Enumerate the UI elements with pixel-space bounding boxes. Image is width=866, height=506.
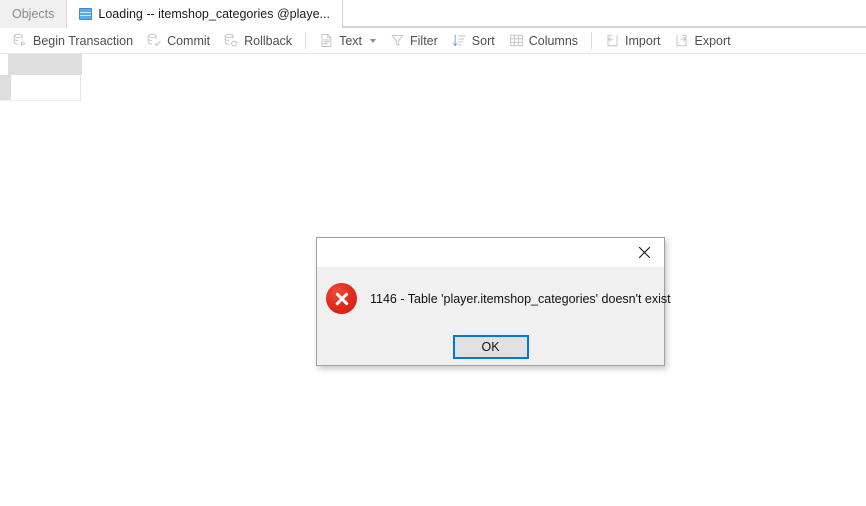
filter-button[interactable]: Filter	[383, 30, 445, 52]
rollback-button[interactable]: Rollback	[217, 30, 299, 52]
tab-bar-empty-area	[342, 0, 866, 27]
tab-objects-label: Objects	[12, 7, 55, 21]
rollback-label: Rollback	[244, 33, 293, 48]
begin-transaction-button[interactable]: Begin Transaction	[6, 30, 140, 52]
begin-transaction-label: Begin Transaction	[33, 33, 134, 48]
dialog-title-bar	[317, 238, 664, 267]
toolbar-separator-1	[305, 32, 307, 49]
sort-button[interactable]: Sort	[445, 30, 502, 52]
error-circle-x-icon	[326, 283, 357, 314]
tab-objects[interactable]: Objects	[0, 0, 68, 28]
table-grid-icon	[79, 8, 93, 20]
sort-icon	[452, 34, 466, 47]
commit-label: Commit	[167, 33, 211, 48]
export-arrow-icon	[677, 34, 687, 47]
toolbar: Begin Transaction Commit Rollback Text F…	[0, 28, 866, 54]
error-dialog: 1146 - Table 'player.itemshop_categories…	[316, 237, 671, 366]
export-button[interactable]: Export	[667, 30, 737, 52]
tab-bar: Objects Loading -- itemshop_categories @…	[0, 0, 866, 28]
dialog-message-row: 1146 - Table 'player.itemshop_categories…	[317, 283, 671, 314]
transaction-begin-icon	[13, 33, 26, 47]
columns-label: Columns	[528, 33, 579, 48]
dialog-message-text: 1146 - Table 'player.itemshop_categories…	[370, 291, 671, 306]
toolbar-separator-2	[591, 32, 593, 49]
grid-fragment-bottom-edge	[0, 100, 82, 101]
transaction-rollback-icon	[224, 33, 238, 47]
funnel-icon	[391, 34, 404, 46]
grid-row-number-column	[0, 75, 11, 100]
grid-cell-area	[11, 75, 81, 100]
grid-header-strip	[8, 54, 82, 75]
transaction-commit-icon	[147, 33, 161, 46]
dialog-body: 1146 - Table 'player.itemshop_categories…	[317, 267, 671, 365]
import-arrow-icon	[607, 34, 618, 47]
close-x-glyph	[638, 246, 650, 259]
close-icon[interactable]	[624, 239, 664, 267]
text-button[interactable]: Text	[312, 30, 383, 52]
dialog-button-row: OK	[317, 335, 664, 359]
ok-button[interactable]: OK	[452, 335, 529, 359]
tab-loading-itemshop-categories[interactable]: Loading -- itemshop_categories @playe...	[67, 0, 343, 28]
columns-grid-icon	[509, 34, 523, 47]
document-text-icon	[321, 34, 332, 47]
text-label: Text	[339, 33, 362, 48]
commit-button[interactable]: Commit	[140, 30, 217, 52]
chevron-down-icon[interactable]	[370, 38, 376, 43]
import-label: Import	[625, 33, 661, 48]
filter-label: Filter	[410, 33, 438, 48]
columns-button[interactable]: Columns	[502, 30, 585, 52]
import-button[interactable]: Import	[598, 30, 667, 52]
export-label: Export	[694, 33, 731, 48]
result-grid-fragment	[0, 54, 82, 104]
sort-label: Sort	[471, 33, 495, 48]
tab-loading-label: Loading -- itemshop_categories @playe...	[98, 7, 330, 21]
